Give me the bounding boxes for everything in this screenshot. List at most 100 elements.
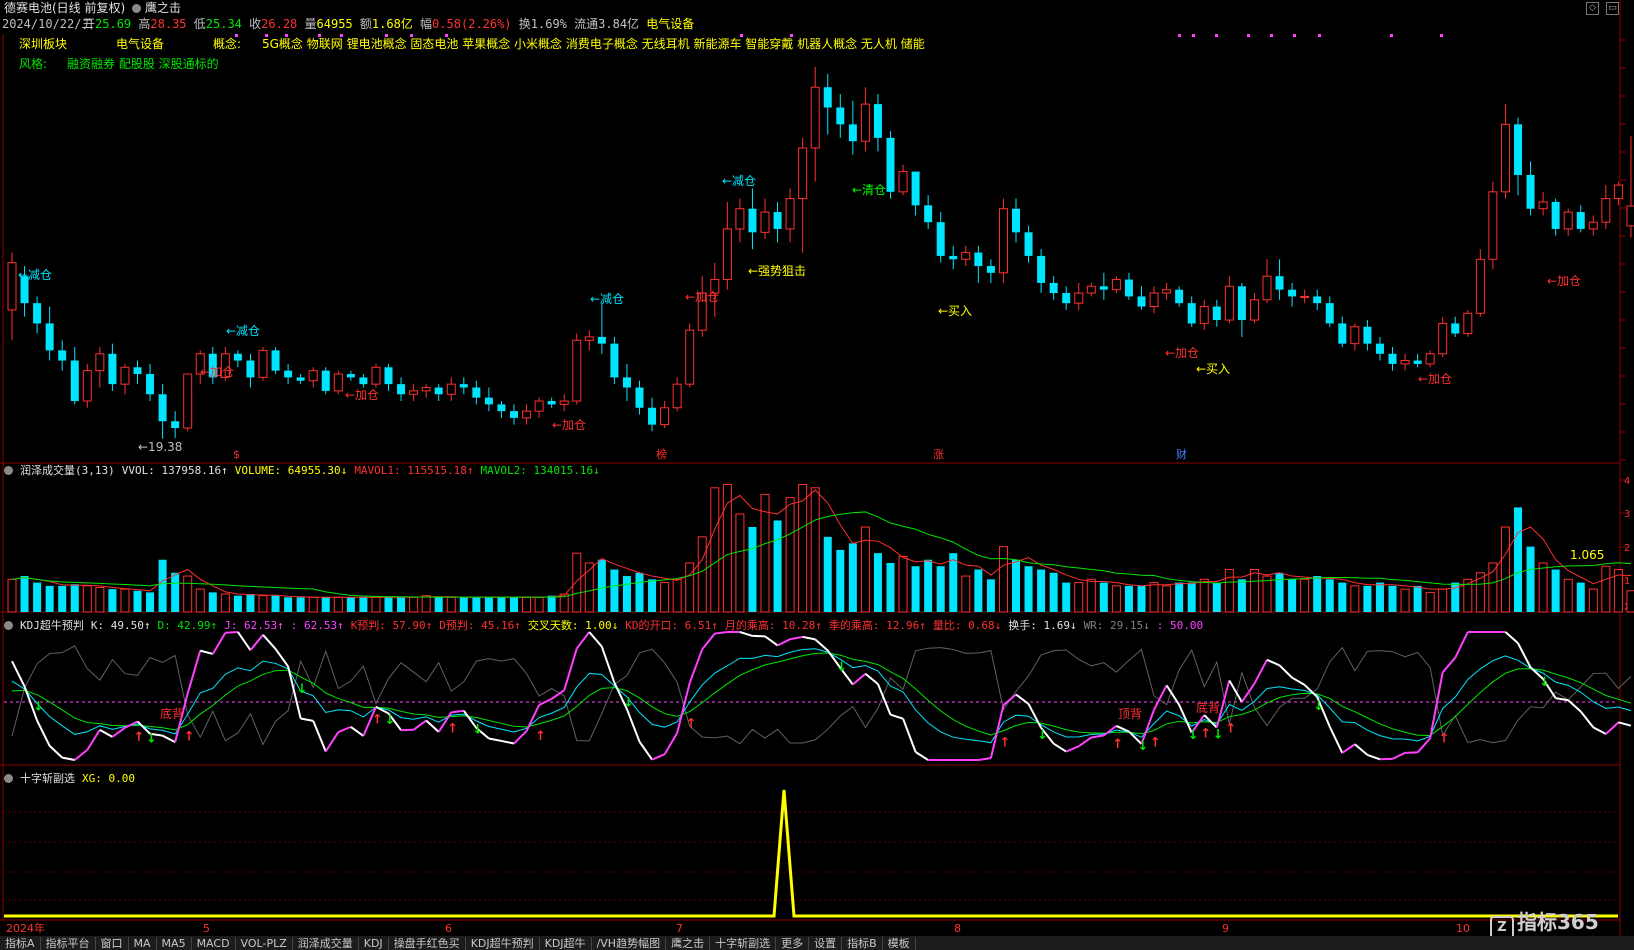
volume-bar-down: [58, 585, 67, 612]
indicator-tab[interactable]: 操盘手红色买: [389, 937, 466, 950]
xg-signal-line: [4, 789, 1618, 918]
volume-bar-up: [1400, 588, 1410, 613]
volume-bar-up: [1488, 562, 1498, 613]
golden-cross-arrow: ↑: [1439, 732, 1450, 747]
j-line-segment: [262, 634, 277, 650]
event-marker[interactable]: 榜: [656, 448, 667, 462]
volume-bar-up: [1538, 562, 1548, 613]
indicator-tab[interactable]: KDJ超牛预判: [466, 937, 540, 950]
j-line-segment: [575, 631, 591, 650]
indicator-tab[interactable]: 鹰之击: [666, 937, 711, 950]
golden-cross-arrow: ↑: [134, 730, 145, 745]
j-line-segment: [249, 634, 264, 651]
indicator-tab[interactable]: 十字斩副选: [710, 937, 777, 950]
volume-bar-down: [1175, 582, 1184, 612]
panel-menu-icon[interactable]: [4, 621, 13, 630]
candle-up: [1613, 184, 1623, 200]
candle-up: [785, 198, 795, 230]
indicator-tab[interactable]: 模板: [883, 937, 916, 950]
golden-cross-arrow: ↑: [1112, 737, 1123, 752]
j-line-segment: [1328, 726, 1344, 754]
signal-dot: [1270, 34, 1273, 37]
signal-dot: [740, 34, 743, 37]
volume-bar-up: [1111, 585, 1121, 613]
volume-bar-down: [434, 597, 443, 612]
j-line-segment: [651, 753, 665, 761]
candle-up: [660, 407, 670, 426]
volume-bar-up: [1086, 578, 1096, 613]
volume-bar-down: [321, 597, 330, 612]
candle-up: [1588, 221, 1598, 230]
candle-up: [1199, 306, 1209, 324]
dead-cross-arrow: ↓: [33, 700, 44, 715]
volume-title: 润泽成交量(3,13): [20, 464, 115, 477]
indicator-tab[interactable]: KDJ: [359, 937, 389, 950]
j-line-segment: [1241, 683, 1256, 703]
j-line-segment: [1341, 743, 1356, 754]
panel-menu-icon[interactable]: [4, 466, 13, 475]
indicator-tab[interactable]: VOL-PLZ: [236, 937, 293, 950]
candle-down: [1576, 212, 1585, 229]
volume-bar-down: [1237, 579, 1246, 612]
candle-down: [397, 384, 406, 395]
indicator-tab[interactable]: 设置: [809, 937, 843, 950]
j-line-segment: [501, 739, 515, 745]
signal-dot: [1215, 34, 1218, 37]
volume-bar-down: [1062, 582, 1071, 612]
candle-up: [308, 370, 318, 382]
signal-dot: [1318, 34, 1321, 37]
indicator-tab[interactable]: MA5: [157, 937, 192, 950]
candle-up: [1626, 205, 1634, 227]
candle-down: [924, 205, 933, 223]
candle-down: [33, 303, 42, 324]
indicator-tab[interactable]: 更多: [776, 937, 810, 950]
indicator-tab[interactable]: 指标B: [842, 937, 883, 950]
indicator-tab[interactable]: MA: [129, 937, 157, 950]
d-pred-value: D预判: 45.16↑: [439, 619, 521, 632]
divergence-label: 底背: [1196, 700, 1220, 715]
indicator-tab[interactable]: 窗口: [96, 937, 129, 950]
indicator-tab[interactable]: 润泽成交量: [293, 937, 359, 950]
time-axis-label: 6: [445, 922, 452, 935]
j-line-segment: [978, 757, 992, 761]
k-pred-value: K预判: 57.90↑: [350, 619, 433, 632]
indicator-tab[interactable]: 指标平台: [41, 937, 96, 950]
event-marker[interactable]: 财: [1176, 448, 1187, 462]
indicator-tab[interactable]: KDJ超牛: [540, 937, 592, 950]
volume-bar-down: [158, 559, 167, 612]
signal-dot: [340, 34, 343, 37]
candle-up: [810, 86, 820, 149]
panel-menu-icon[interactable]: [4, 774, 13, 783]
j-line-segment: [86, 729, 101, 751]
turnover-kdj-value: 换手: 1.69↓: [1008, 619, 1077, 632]
time-axis-label: 8: [954, 922, 961, 935]
dead-cross-arrow: ↓: [623, 696, 634, 711]
candle-down: [70, 360, 79, 402]
j2-value: : 62.53↑: [290, 619, 344, 632]
candle-down: [1237, 286, 1246, 321]
volume-bar-up: [95, 586, 105, 613]
volume-bar-down: [823, 536, 832, 612]
candle-down: [635, 387, 644, 408]
annotation-label: ←加仓: [345, 388, 380, 402]
volume-bar-down: [1024, 566, 1033, 612]
annotation-label: ←减仓: [590, 292, 625, 306]
volume-bar-up: [446, 596, 456, 613]
event-marker[interactable]: $: [233, 448, 240, 462]
candle-down: [622, 377, 631, 388]
k-value: K: 49.50↑: [90, 619, 151, 632]
volume-bar-up: [409, 596, 419, 613]
indicator-tab[interactable]: MACD: [192, 937, 236, 950]
event-marker[interactable]: 涨: [933, 448, 944, 462]
volume-bar-down: [1363, 585, 1372, 612]
time-axis-label: 9: [1222, 922, 1229, 935]
j-value: J: 62.53↑: [224, 619, 284, 632]
indicator-tab[interactable]: 指标A: [0, 937, 41, 950]
candle-up: [1224, 285, 1234, 321]
volume-bar-down: [886, 562, 895, 612]
j-line-segment: [237, 631, 252, 651]
candle-down: [610, 343, 619, 378]
j-line-segment: [1027, 703, 1042, 729]
candle-up: [1400, 360, 1410, 365]
indicator-tab[interactable]: /VH趋势幅图: [592, 937, 667, 950]
